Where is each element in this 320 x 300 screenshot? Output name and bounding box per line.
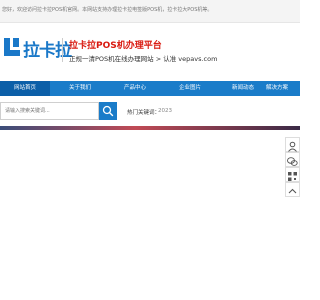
hot-keywords-label: 热门关键词： [127, 110, 161, 116]
float-qrcode-button[interactable] [285, 167, 300, 182]
nav-item-about[interactable]: 关于我们 [55, 81, 105, 96]
floating-sidebar [285, 137, 300, 199]
float-wechat-button[interactable] [285, 152, 300, 167]
nav-item-gallery[interactable]: 企业图片 [165, 81, 215, 96]
search-row: 热门关键词： 2023 [0, 102, 300, 122]
nav-item-news[interactable]: 新闻动态 [218, 81, 268, 96]
hero-banner [0, 126, 300, 130]
logo-text: 拉卡拉 [23, 41, 72, 61]
logo-mark-icon [4, 38, 20, 56]
site-header: 拉卡拉 拉卡拉POS机办理平台 正规一清POS机在线办理网站 > 认准 vepa… [0, 23, 300, 73]
back-to-top-icon [288, 188, 297, 194]
search-button[interactable] [99, 102, 117, 120]
main-nav: 网站首页 关于我们 产品中心 企业图片 新闻动态 解决方案 [0, 81, 300, 96]
site-logo[interactable]: 拉卡拉 [3, 36, 72, 61]
nav-item-solutions[interactable]: 解决方案 [262, 81, 300, 96]
nav-item-home[interactable]: 网站首页 [0, 81, 50, 96]
search-input[interactable] [0, 102, 99, 120]
float-top-button[interactable] [285, 182, 300, 197]
hot-keyword-link[interactable]: 2023 [158, 108, 172, 114]
search-icon [102, 105, 114, 117]
platform-subtitle: 正规一清POS机在线办理网站 > 认准 vepavs.com [69, 55, 218, 63]
welcome-text: 您好，欢迎访问拉卡拉POS机官网。本网站支持办理拉卡拉电签版POS机，拉卡拉大P… [2, 7, 213, 13]
top-bar: 您好，欢迎访问拉卡拉POS机官网。本网站支持办理拉卡拉电签版POS机，拉卡拉大P… [0, 0, 300, 23]
platform-title: 拉卡拉POS机办理平台 [69, 41, 162, 51]
header-divider [62, 38, 63, 62]
float-service-button[interactable] [285, 137, 300, 152]
nav-item-products[interactable]: 产品中心 [110, 81, 160, 96]
